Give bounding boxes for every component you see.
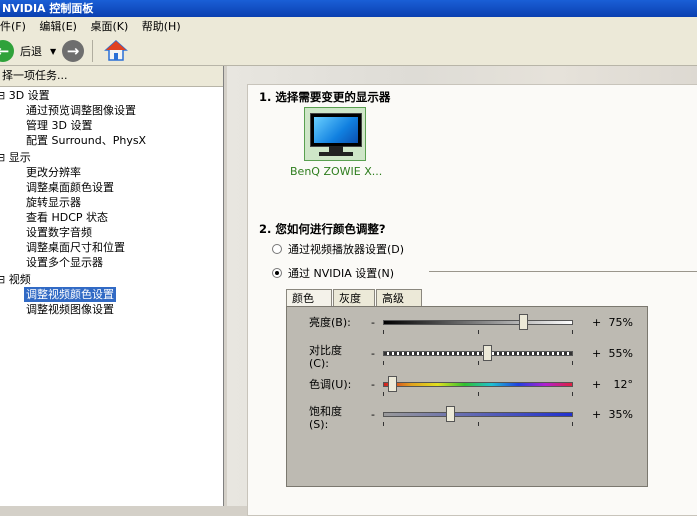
task-panel: 择一项任务... ⊟ 3D 设置 通过预览调整图像设置 管理 3D 设置 配置 …	[0, 66, 224, 506]
tree-category-video[interactable]: ⊟ 视频	[0, 272, 31, 287]
display-name[interactable]: BenQ ZOWIE X...	[290, 165, 382, 178]
tree-category-3d[interactable]: ⊟ 3D 设置	[0, 88, 50, 103]
toolbar: ← 后退 ▼ →	[0, 36, 697, 66]
tree-item[interactable]: 调整视频图像设置	[26, 302, 114, 317]
menu-file[interactable]: 件(F)	[0, 20, 26, 33]
slider-ticks	[383, 330, 573, 334]
slider-track[interactable]	[383, 412, 573, 417]
slider-minus[interactable]: -	[371, 378, 375, 391]
monitor-icon	[310, 113, 362, 147]
menu-desktop[interactable]: 桌面(K)	[90, 20, 128, 33]
display-icon-button[interactable]	[304, 107, 366, 161]
slider-value: 75%	[608, 316, 633, 329]
tree-item[interactable]: 配置 Surround、PhysX	[26, 133, 146, 148]
slider-track[interactable]	[383, 320, 573, 325]
window-title: NVIDIA 控制面板	[2, 2, 94, 15]
tab-advanced[interactable]: 高级	[376, 289, 422, 307]
tree-item[interactable]: 调整桌面尺寸和位置	[26, 240, 125, 255]
slider-plus[interactable]: +	[592, 347, 601, 360]
tree-item[interactable]: 通过预览调整图像设置	[26, 103, 136, 118]
slider-thumb[interactable]	[483, 345, 492, 361]
tree-item[interactable]: 管理 3D 设置	[26, 118, 92, 133]
task-header: 择一项任务...	[0, 66, 223, 87]
tree-item[interactable]: 查看 HDCP 状态	[26, 210, 108, 225]
radio-nvidia-settings[interactable]: 通过 NVIDIA 设置(N)	[272, 265, 394, 281]
slider-thumb[interactable]	[388, 376, 397, 392]
slider-label: 饱和度 (S):	[309, 405, 342, 431]
back-label: 后退	[20, 45, 42, 58]
tree-category-display[interactable]: ⊟ 显示	[0, 150, 31, 165]
slider-track[interactable]	[383, 351, 573, 356]
tree-item[interactable]: 设置多个显示器	[26, 255, 103, 270]
menu-edit[interactable]: 编辑(E)	[39, 20, 77, 33]
slider-plus[interactable]: +	[592, 378, 601, 391]
tree-item-selected[interactable]: 调整视频颜色设置	[24, 287, 116, 302]
home-button[interactable]	[104, 39, 128, 63]
slider-label: 色调(U):	[309, 378, 352, 391]
slider-ticks	[383, 361, 573, 365]
slider-thumb[interactable]	[446, 406, 455, 422]
slider-plus[interactable]: +	[592, 316, 601, 329]
radio-button[interactable]	[272, 268, 282, 278]
toolbar-separator	[92, 40, 93, 62]
section1-title: 1. 选择需要变更的显示器	[259, 90, 391, 104]
color-tab-panel: 亮度(B): - +75% 对比度 (C): - +55% 色调(U): - +12° 饱和度 (S)…	[286, 306, 648, 487]
slider-track[interactable]	[383, 382, 573, 387]
slider-plus[interactable]: +	[592, 408, 601, 421]
window-title-bar: NVIDIA 控制面板	[0, 0, 697, 17]
slider-label: 亮度(B):	[309, 316, 351, 329]
tree-item[interactable]: 设置数字音频	[26, 225, 92, 240]
radio-video-player[interactable]: 通过视频播放器设置(D)	[272, 241, 404, 257]
slider-thumb[interactable]	[519, 314, 528, 330]
menu-bar: 件(F) 编辑(E) 桌面(K) 帮助(H)	[0, 17, 697, 36]
radio-button[interactable]	[272, 244, 282, 254]
slider-value: 12°	[613, 378, 634, 391]
tab-grayscale[interactable]: 灰度	[333, 289, 375, 307]
slider-minus[interactable]: -	[371, 347, 375, 360]
content-area: 1. 选择需要变更的显示器 BenQ ZOWIE X... 2. 您如何进行颜色…	[247, 84, 697, 516]
tree-item[interactable]: 更改分辨率	[26, 165, 81, 180]
slider-minus[interactable]: -	[371, 408, 375, 421]
content-panel: 1. 选择需要变更的显示器 BenQ ZOWIE X... 2. 您如何进行颜色…	[227, 66, 697, 516]
home-icon	[104, 39, 128, 61]
forward-arrow-icon: →	[62, 40, 84, 62]
back-dropdown-icon[interactable]: ▼	[50, 47, 56, 56]
forward-button[interactable]: →	[62, 40, 84, 62]
slider-minus[interactable]: -	[371, 316, 375, 329]
slider-label: 对比度 (C):	[309, 344, 342, 370]
slider-ticks	[383, 392, 573, 396]
menu-help[interactable]: 帮助(H)	[142, 20, 181, 33]
back-button[interactable]: ← 后退 ▼	[0, 40, 56, 62]
slider-ticks	[383, 422, 573, 426]
tree-item[interactable]: 旋转显示器	[26, 195, 81, 210]
slider-value: 35%	[608, 408, 633, 421]
groupbox-line	[429, 271, 697, 272]
section2-title: 2. 您如何进行颜色调整?	[259, 222, 386, 236]
tree-item[interactable]: 调整桌面颜色设置	[26, 180, 114, 195]
back-arrow-icon: ←	[0, 40, 14, 62]
slider-value: 55%	[608, 347, 633, 360]
